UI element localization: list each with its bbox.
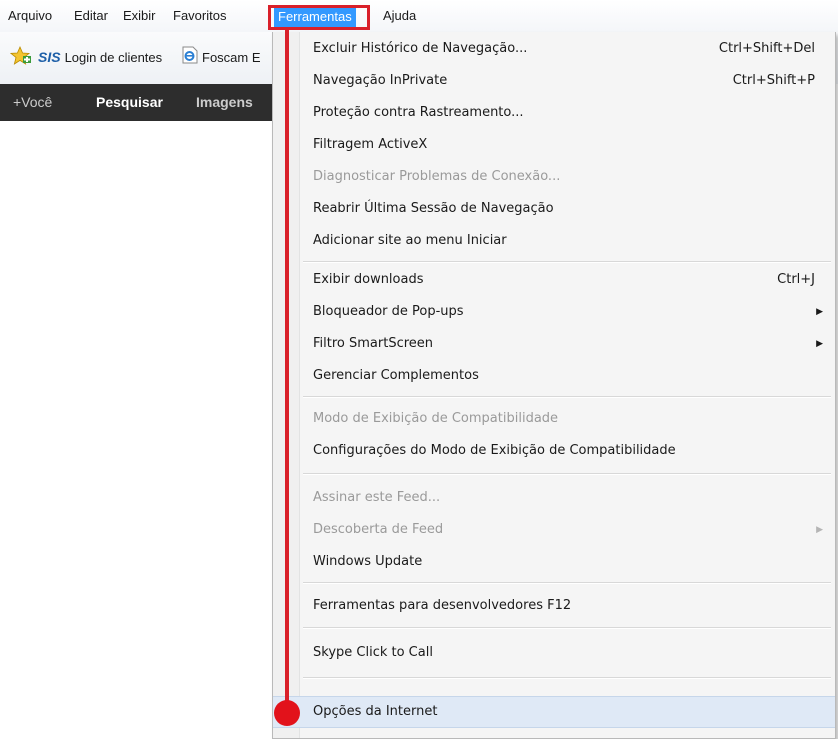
- menu-item-exibir-downloads[interactable]: Exibir downloads Ctrl+J: [273, 264, 835, 296]
- menu-item-gerenciar-complementos[interactable]: Gerenciar Complementos: [273, 360, 835, 392]
- menu-exibir[interactable]: Exibir: [123, 0, 156, 32]
- menu-item-descoberta-feed: Descoberta de Feed ▶: [273, 514, 835, 546]
- menu-ajuda[interactable]: Ajuda: [383, 0, 416, 32]
- menu-item-label: Opções da Internet: [313, 704, 438, 719]
- ie-page-icon: [182, 46, 198, 71]
- menu-item-label: Ferramentas para desenvolvedores F12: [313, 598, 572, 613]
- menu-item-label: Assinar este Feed...: [313, 490, 441, 505]
- menu-item-filtro-smartscreen[interactable]: Filtro SmartScreen ▶: [273, 328, 835, 360]
- menu-item-shortcut: Ctrl+Shift+Del: [718, 41, 815, 56]
- menu-item-opcoes-internet[interactable]: Opções da Internet: [273, 696, 835, 728]
- favorites-star-icon[interactable]: [9, 45, 32, 68]
- menu-item-label: Modo de Exibição de Compatibilidade: [313, 411, 559, 426]
- tools-dropdown-menu: Excluir Histórico de Navegação... Ctrl+S…: [272, 32, 836, 739]
- google-link-voce[interactable]: +Você: [13, 84, 52, 121]
- menu-item-windows-update[interactable]: Windows Update: [273, 546, 835, 578]
- menu-item-filtragem-activex[interactable]: Filtragem ActiveX: [273, 129, 835, 161]
- menu-item-label: Navegação InPrivate: [313, 73, 448, 88]
- google-link-pesquisar[interactable]: Pesquisar: [96, 84, 163, 121]
- favorite-label: Foscam E: [202, 49, 261, 65]
- menu-item-label: Descoberta de Feed: [313, 522, 444, 537]
- menu-separator: [303, 582, 831, 584]
- menu-favoritos[interactable]: Favoritos: [173, 0, 226, 32]
- favorite-foscam[interactable]: Foscam E: [182, 46, 261, 68]
- google-bar: +Você Pesquisar Imagens: [0, 84, 272, 121]
- menu-item-adicionar-menu-iniciar[interactable]: Adicionar site ao menu Iniciar: [273, 225, 835, 257]
- favorite-label: Login de clientes: [64, 50, 163, 65]
- menu-item-diagnosticar-conexao: Diagnosticar Problemas de Conexão...: [273, 161, 835, 193]
- menu-item-navegacao-inprivate[interactable]: Navegação InPrivate Ctrl+Shift+P: [273, 65, 835, 97]
- menu-item-config-compatibilidade[interactable]: Configurações do Modo de Exibição de Com…: [273, 435, 835, 467]
- annotation-pointer-line: [285, 30, 289, 708]
- annotation-highlight-box: [268, 5, 370, 30]
- menu-item-label: Excluir Histórico de Navegação...: [313, 41, 528, 56]
- menu-item-bloqueador-popups[interactable]: Bloqueador de Pop-ups ▶: [273, 296, 835, 328]
- menu-separator: [303, 473, 831, 475]
- menu-item-label: Exibir downloads: [313, 272, 424, 287]
- submenu-arrow-icon: ▶: [816, 339, 823, 349]
- favorite-login-de-clientes[interactable]: SIS Login de clientes: [38, 46, 162, 68]
- submenu-arrow-icon: ▶: [816, 307, 823, 317]
- menu-item-label: Windows Update: [313, 554, 423, 569]
- menu-item-label: Bloqueador de Pop-ups: [313, 304, 464, 319]
- menu-item-assinar-feed: Assinar este Feed...: [273, 482, 835, 514]
- annotation-pointer-dot: [274, 700, 300, 726]
- menu-item-label: Proteção contra Rastreamento...: [313, 105, 524, 120]
- menu-item-excluir-historico[interactable]: Excluir Histórico de Navegação... Ctrl+S…: [273, 33, 835, 65]
- menu-item-protecao-rastreamento[interactable]: Proteção contra Rastreamento...: [273, 97, 835, 129]
- menu-item-modo-compatibilidade: Modo de Exibição de Compatibilidade: [273, 403, 835, 435]
- menu-item-shortcut: Ctrl+Shift+P: [732, 73, 815, 88]
- menu-item-label: Gerenciar Complementos: [313, 368, 479, 383]
- menu-item-skype-click-to-call[interactable]: Skype Click to Call: [273, 637, 835, 669]
- menu-bar: Arquivo Editar Exibir Favoritos Ferramen…: [0, 0, 838, 33]
- menu-item-label: Diagnosticar Problemas de Conexão...: [313, 169, 561, 184]
- menu-editar[interactable]: Editar: [74, 0, 108, 32]
- menu-item-label: Filtro SmartScreen: [313, 336, 434, 351]
- menu-item-ferramentas-f12[interactable]: Ferramentas para desenvolvedores F12: [273, 590, 835, 622]
- menu-separator: [303, 261, 831, 263]
- menu-arquivo[interactable]: Arquivo: [8, 0, 52, 32]
- menu-separator: [303, 627, 831, 629]
- sis-icon: SIS: [38, 49, 61, 65]
- menu-separator: [303, 677, 831, 679]
- google-link-imagens[interactable]: Imagens: [196, 84, 253, 121]
- menu-item-reabrir-sessao[interactable]: Reabrir Última Sessão de Navegação: [273, 193, 835, 225]
- menu-item-label: Filtragem ActiveX: [313, 137, 428, 152]
- menu-item-label: Reabrir Última Sessão de Navegação: [313, 201, 554, 216]
- menu-item-label: Skype Click to Call: [313, 645, 433, 660]
- menu-item-label: Configurações do Modo de Exibição de Com…: [313, 443, 676, 458]
- menu-separator: [303, 396, 831, 398]
- menu-item-shortcut: Ctrl+J: [777, 272, 815, 287]
- menu-item-label: Adicionar site ao menu Iniciar: [313, 233, 507, 248]
- submenu-arrow-icon: ▶: [816, 525, 823, 535]
